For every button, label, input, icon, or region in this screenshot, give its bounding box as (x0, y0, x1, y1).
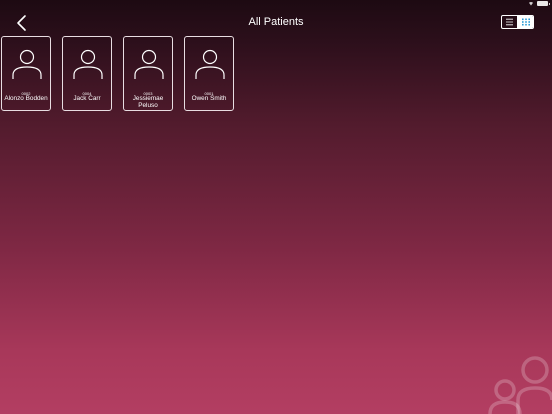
patient-card[interactable]: 0004 Jack Carr (62, 36, 112, 111)
person-icon (12, 49, 42, 79)
status-indicators (528, 1, 550, 6)
navigation-bar: All Patients (0, 8, 552, 36)
wifi-icon (528, 1, 534, 6)
battery-icon (537, 1, 550, 6)
patient-card[interactable]: 0003 Jessiemae Peluso (123, 36, 173, 111)
people-group-icon (488, 356, 552, 414)
person-icon (195, 49, 225, 79)
list-icon (506, 18, 513, 26)
grid-icon (521, 18, 530, 26)
view-toggle[interactable] (501, 15, 534, 29)
patient-name: Jessiemae Peluso (132, 95, 164, 109)
status-bar (0, 0, 552, 8)
page-title: All Patients (248, 16, 304, 28)
patient-name: Alonzo Bodden (4, 95, 48, 102)
patient-grid: 0002 Alonzo Bodden 0004 Jack Carr 0003 J… (1, 36, 234, 111)
list-view-button[interactable] (502, 16, 518, 28)
patient-name: Owen Smith (191, 95, 227, 102)
grid-view-button[interactable] (518, 16, 533, 28)
patient-card[interactable]: 0002 Alonzo Bodden (1, 36, 51, 111)
person-icon (73, 49, 103, 79)
patient-name: Jack Carr (73, 95, 101, 102)
patient-card[interactable]: 0001 Owen Smith (184, 36, 234, 111)
person-icon (134, 49, 164, 79)
